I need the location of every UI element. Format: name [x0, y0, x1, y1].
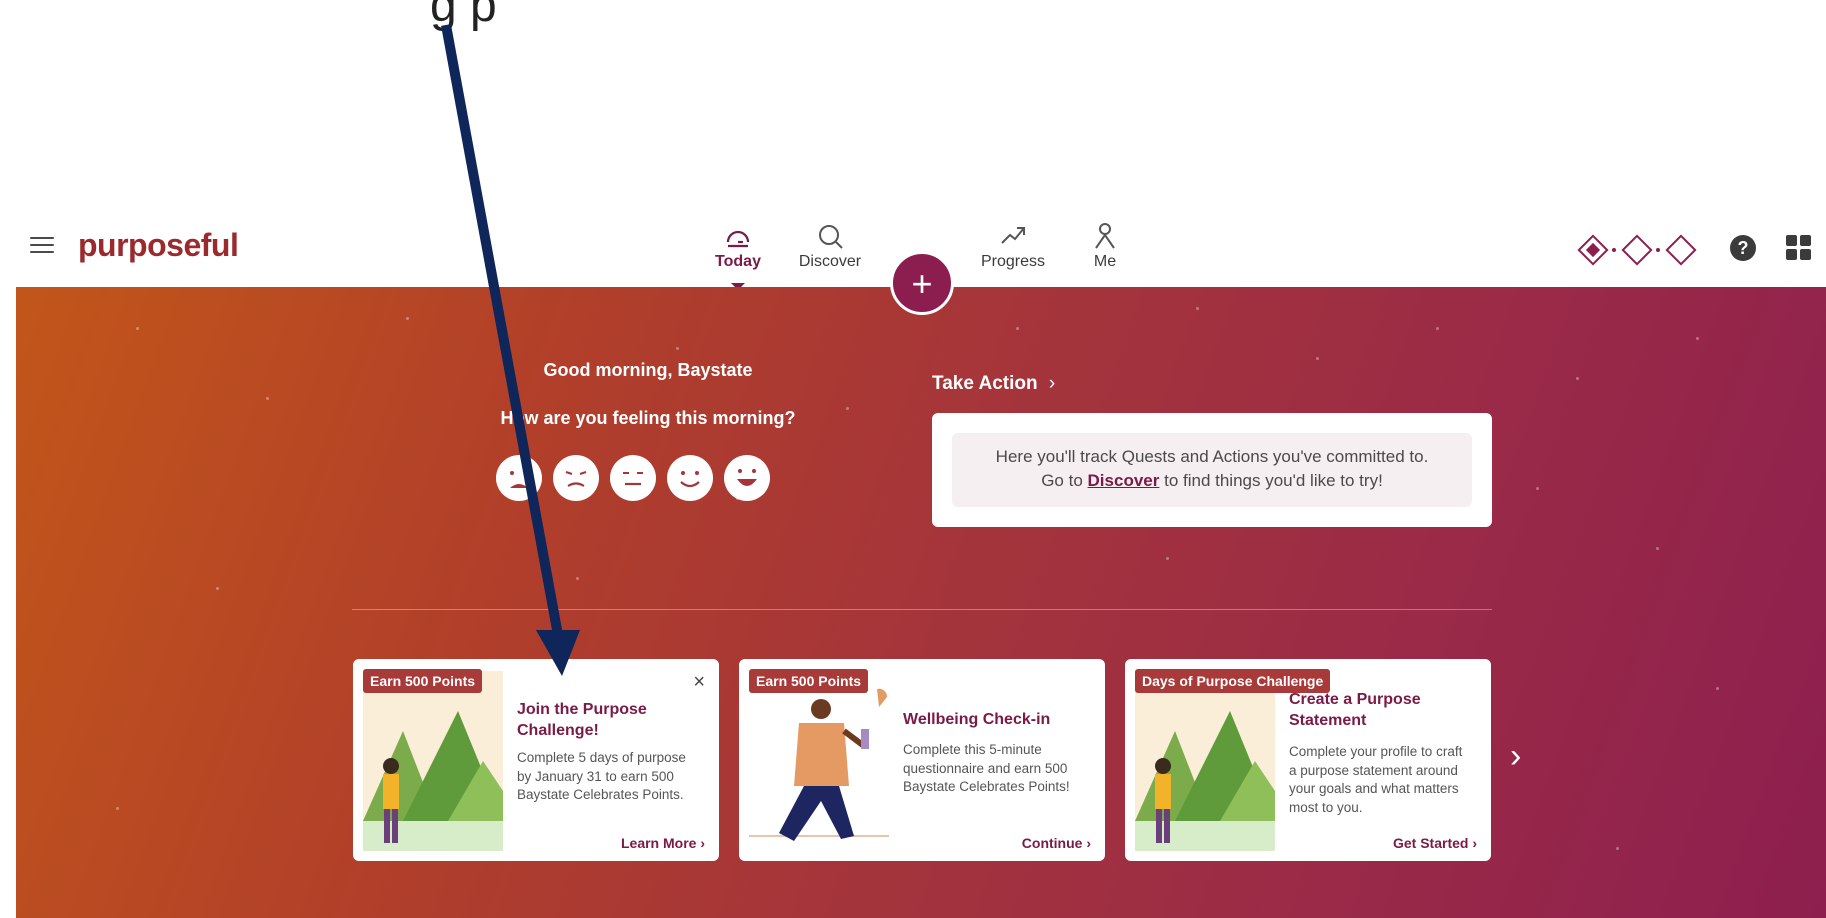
mood-very-happy-icon[interactable]: [724, 455, 770, 501]
card-title: Create a Purpose Statement: [1289, 691, 1421, 729]
close-icon[interactable]: ×: [693, 671, 705, 694]
greeting: Good morning, Baystate: [543, 360, 753, 380]
take-action-label: Take Action: [932, 373, 1038, 394]
points-badge: Earn 500 Points: [749, 669, 869, 693]
walking-person-illustration: [749, 671, 889, 851]
card-wellbeing-checkin[interactable]: Earn 500 Points Wellbeing Check-in Compl…: [739, 659, 1105, 861]
challenge-badge: Days of Purpose Challenge: [1135, 669, 1331, 693]
mountain-illustration: [1135, 671, 1275, 851]
diamond-filled-icon: [1577, 234, 1609, 266]
get-started-link[interactable]: Get Started ›: [1393, 835, 1477, 851]
logo[interactable]: purposeful: [78, 227, 239, 264]
tab-progress-label: Progress: [980, 253, 1046, 270]
apps-grid-icon[interactable]: [1786, 235, 1812, 261]
search-icon: [785, 221, 875, 253]
tab-me[interactable]: Me: [1060, 221, 1150, 271]
action-tracker-card: Here you'll track Quests and Actions you…: [932, 413, 1492, 527]
discover-link[interactable]: Discover: [1088, 471, 1160, 490]
diamond-empty-icon: [1665, 234, 1697, 266]
add-button[interactable]: +: [890, 251, 954, 315]
action-text-suffix: to find things you'd like to try!: [1164, 471, 1383, 490]
card-purpose-challenge[interactable]: Earn 500 Points × Join the Purpose Chall…: [353, 659, 719, 861]
chevron-right-icon: ›: [1048, 373, 1056, 394]
points-badge: Earn 500 Points: [363, 669, 483, 693]
action-text-line1: Here you'll track Quests and Actions you…: [995, 447, 1429, 466]
continue-link[interactable]: Continue ›: [1022, 835, 1091, 851]
page: g p purposeful Today Discover + Progress: [0, 0, 1826, 918]
card-description: Complete 5 days of purpose by January 31…: [517, 750, 686, 802]
person-icon: [1060, 221, 1150, 253]
tab-progress[interactable]: Progress: [968, 221, 1058, 271]
learn-more-link[interactable]: Learn More ›: [621, 835, 705, 851]
carousel-next-icon[interactable]: ›: [1510, 737, 1540, 777]
dot-separator: [1656, 248, 1660, 252]
card-description: Complete this 5-minute questionnaire and…: [903, 742, 1070, 794]
mountain-illustration: [363, 671, 503, 851]
diamond-empty-icon: [1621, 234, 1653, 266]
tab-me-label: Me: [1093, 253, 1117, 270]
tab-today[interactable]: Today: [693, 221, 783, 290]
divider: [352, 609, 1492, 610]
card-title: Wellbeing Check-in: [903, 711, 1051, 728]
menu-icon[interactable]: [30, 237, 54, 255]
trend-icon: [968, 221, 1058, 253]
tab-discover-label: Discover: [798, 253, 862, 270]
today-hero: Good morning, Baystate How are you feeli…: [16, 287, 1826, 918]
tab-today-label: Today: [715, 253, 761, 270]
action-text-prefix: Go to: [1041, 471, 1083, 490]
top-nav: purposeful Today Discover + Progress Me …: [0, 215, 1826, 315]
mood-neutral-icon[interactable]: [610, 455, 656, 501]
streak-diamonds[interactable]: [1577, 234, 1698, 266]
dashboard-icon: [693, 221, 783, 253]
tab-discover[interactable]: Discover: [785, 221, 875, 271]
mood-selector: [496, 455, 796, 505]
mood-question: How are you feeling this morning?: [500, 408, 796, 428]
action-tracker-message: Here you'll track Quests and Actions you…: [952, 433, 1472, 507]
help-icon[interactable]: ?: [1730, 235, 1756, 261]
take-action-link[interactable]: Take Action ›: [932, 373, 1055, 395]
mood-very-sad-icon[interactable]: [496, 455, 542, 501]
card-title: Join the Purpose Challenge!: [517, 701, 647, 739]
dot-separator: [1612, 248, 1616, 252]
mood-sad-icon[interactable]: [553, 455, 599, 501]
card-purpose-statement[interactable]: Days of Purpose Challenge Create a Purpo…: [1125, 659, 1491, 861]
annotation-text: g p: [430, 0, 497, 32]
card-description: Complete your profile to craft a purpose…: [1289, 744, 1463, 815]
mood-happy-icon[interactable]: [667, 455, 713, 501]
